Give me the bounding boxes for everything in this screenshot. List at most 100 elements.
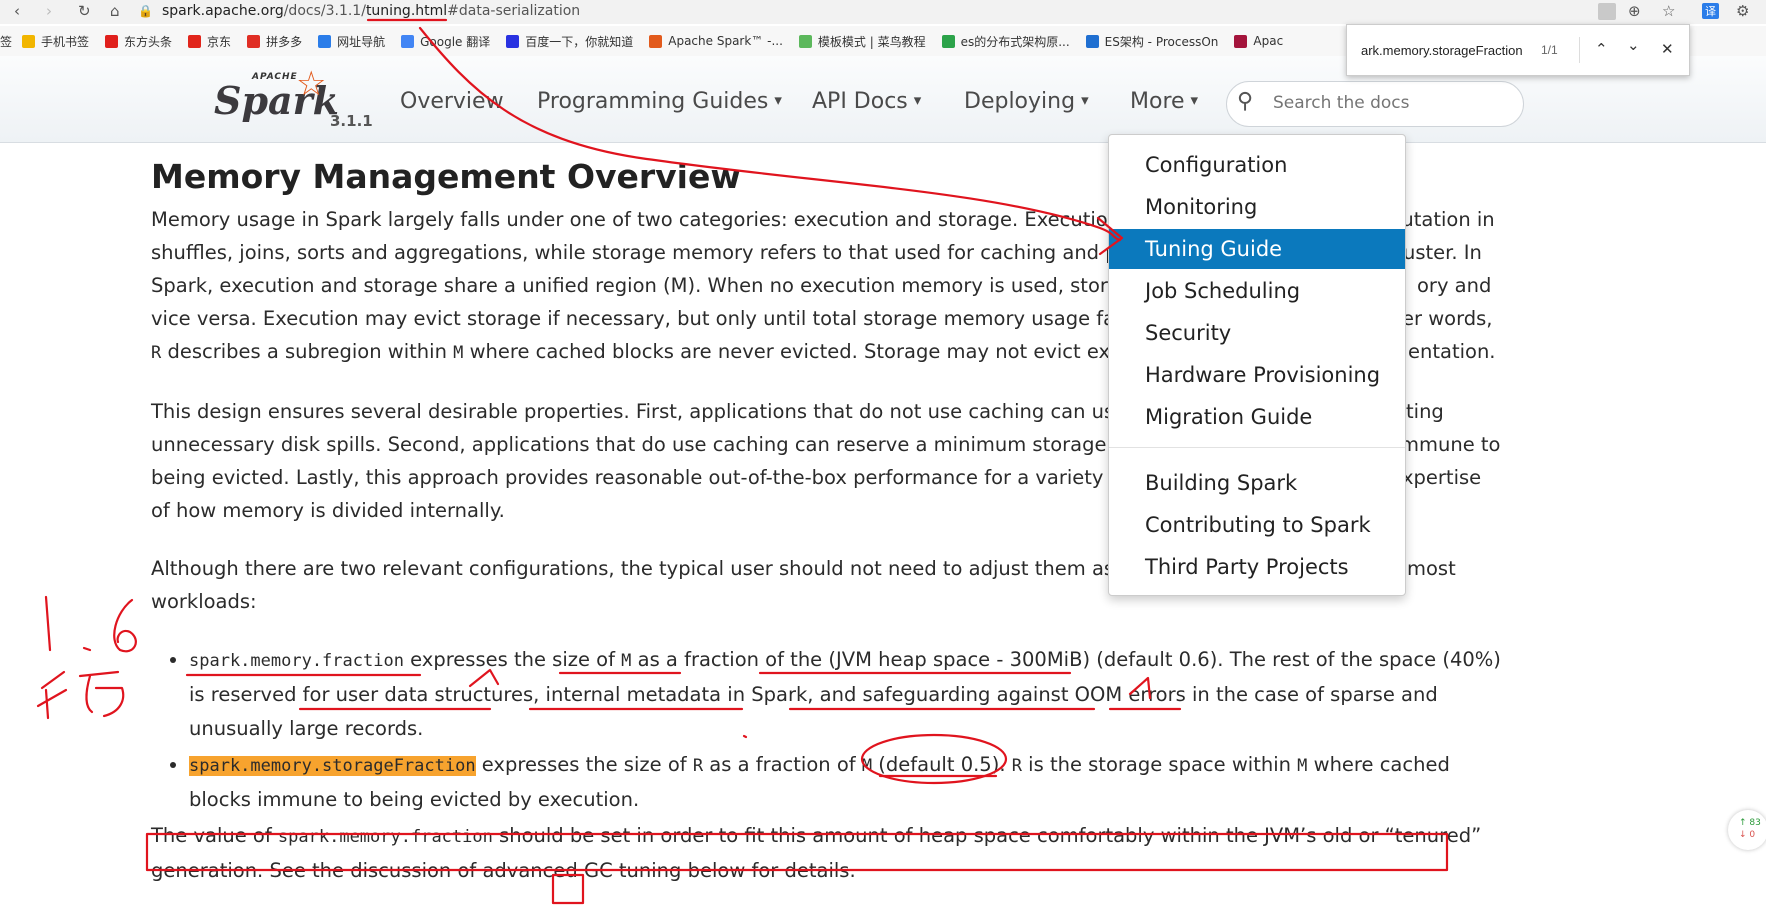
p3-line-1-tail: most <box>1407 557 1456 580</box>
nav-overview[interactable]: Overview <box>400 89 504 114</box>
find-prev-icon[interactable]: ⌃ <box>1595 40 1608 58</box>
search-icon: ⚲ <box>1237 89 1254 114</box>
bookmark-icon <box>506 34 520 48</box>
docs-search: ⚲ <box>1226 81 1524 127</box>
code-m: M <box>1297 756 1308 776</box>
menu-divider <box>1109 447 1405 448</box>
p2-line-1-tail: ting <box>1406 400 1444 423</box>
extensions-icon[interactable]: ⚙ <box>1736 2 1749 20</box>
browser-toolbar: ‹ › ↻ ⌂ 🔒 spark.apache.org/docs/3.1.1/tu… <box>0 0 1766 24</box>
bookmark[interactable]: Google 翻译 <box>401 33 490 50</box>
nav-api-docs[interactable]: API Docs <box>812 89 921 114</box>
forward-icon[interactable]: › <box>46 2 52 20</box>
menu-item-migration-guide[interactable]: Migration Guide <box>1109 397 1405 437</box>
annotation-handwriting-2 <box>36 670 68 720</box>
bullet1-text-1: expresses the size of <box>403 648 622 671</box>
p1-line-2-tail: uster. In <box>1403 241 1482 264</box>
bookmark[interactable]: ES架构 - ProcessOn <box>1085 33 1219 50</box>
p2-line-3-tail: xpertise <box>1402 466 1482 489</box>
menu-item-security[interactable]: Security <box>1109 313 1405 353</box>
bookmark[interactable]: 京东 <box>188 33 231 50</box>
menu-item-job-scheduling[interactable]: Job Scheduling <box>1109 271 1405 311</box>
url-hash: #data-serialization <box>447 3 581 19</box>
bookmark-icon <box>22 34 36 48</box>
search-input[interactable] <box>1271 92 1505 114</box>
nav-deploying-label: Deploying <box>964 89 1076 114</box>
p4-text-2: should be set in order to fit this amoun… <box>492 824 1482 847</box>
traffic-widget[interactable]: ↑ 83 ↓ 0 <box>1728 810 1766 850</box>
bookmark[interactable]: 模板模式 | 菜鸟教程 <box>798 33 926 50</box>
url-host: spark.apache.org <box>162 3 284 19</box>
nav-deploying[interactable]: Deploying <box>964 89 1089 114</box>
p1-line-4: vice versa. Execution may evict storage … <box>151 307 1192 330</box>
bookmark[interactable]: 东方头条 <box>105 33 172 50</box>
bookmark-icon <box>105 34 119 48</box>
nav-more-label: More <box>1130 89 1185 114</box>
nav-programming-guides-label: Programming Guides <box>537 89 769 114</box>
p4-text-1: The value of <box>151 824 278 847</box>
p2-line-3: being evicted. Lastly, this approach pro… <box>151 466 1163 489</box>
p1-line-3-tail: ory and <box>1417 274 1492 297</box>
bookmark-label: 京东 <box>207 34 232 49</box>
code-memory-fraction: spark.memory.fraction <box>277 827 493 847</box>
menu-item-third-party[interactable]: Third Party Projects <box>1109 547 1405 587</box>
back-icon[interactable]: ‹ <box>14 2 20 20</box>
find-input[interactable]: ark.memory.storageFraction <box>1361 43 1523 58</box>
p4-text-4: tuning below for details. <box>612 859 856 882</box>
p3-line-2: workloads: <box>151 590 257 613</box>
p4-text-3: generation. See the discussion of advanc… <box>151 859 584 882</box>
p1-line-5-tail: entation. <box>1408 340 1496 363</box>
translate-icon[interactable]: 译 <box>1702 3 1719 19</box>
menu-item-hardware-provisioning[interactable]: Hardware Provisioning <box>1109 355 1405 395</box>
code-r: R <box>151 343 162 363</box>
bookmark[interactable]: Apac <box>1234 34 1283 48</box>
nav-more[interactable]: More <box>1130 89 1198 114</box>
download-value: 0 <box>1749 830 1756 840</box>
bookmark[interactable]: 手机书签 <box>22 33 89 50</box>
bookmark-icon <box>798 34 812 48</box>
menu-item-tuning-guide[interactable]: Tuning Guide <box>1109 229 1405 269</box>
close-icon[interactable]: ✕ <box>1661 40 1674 58</box>
menu-item-configuration[interactable]: Configuration <box>1109 145 1405 185</box>
bookmark[interactable]: 拼多多 <box>247 33 302 50</box>
nav-programming-guides[interactable]: Programming Guides <box>537 89 782 114</box>
bookmark[interactable]: es的分布式架构原... <box>941 33 1070 50</box>
gc-term: GC <box>583 859 613 882</box>
lock-icon[interactable]: 🔒 <box>138 4 153 18</box>
bookmark-icon <box>1234 34 1248 48</box>
bookmark[interactable]: 网址导航 <box>318 33 385 50</box>
bookmark-label: 百度一下，你就知道 <box>525 34 634 49</box>
bookmark[interactable]: 百度一下，你就知道 <box>506 33 633 50</box>
star-icon[interactable]: ☆ <box>1662 2 1675 20</box>
find-extension-icon[interactable] <box>1598 3 1616 20</box>
list-item: spark.memory.storageFraction expresses t… <box>189 748 1511 817</box>
p1-line-5a: describes a subregion within <box>161 340 454 363</box>
menu-item-building-spark[interactable]: Building Spark <box>1109 463 1405 503</box>
bookmark-label: 拼多多 <box>266 34 303 49</box>
menu-item-monitoring[interactable]: Monitoring <box>1109 187 1405 227</box>
bookmark[interactable]: Apache Spark™ -... <box>649 34 783 48</box>
home-icon[interactable]: ⌂ <box>110 2 120 20</box>
bookmark-icon <box>1085 34 1099 48</box>
bullet2-text-3: (default 0.5). <box>872 753 1012 776</box>
bookmark-label: ES架构 - ProcessOn <box>1104 34 1219 49</box>
logo-star-icon: ☆ <box>296 64 327 104</box>
p1-line-3: Spark, execution and storage share a uni… <box>151 274 1174 297</box>
menu-item-contributing[interactable]: Contributing to Spark <box>1109 505 1405 545</box>
zoom-icon[interactable]: ⊕ <box>1628 2 1641 20</box>
bookmark-label: 手机书签 <box>41 34 90 49</box>
bookmark-icon <box>941 34 955 48</box>
address-bar[interactable]: spark.apache.org/docs/3.1.1/tuning.html#… <box>162 3 580 19</box>
bookmark-icon <box>247 34 261 48</box>
annotation-handwriting-3 <box>78 670 125 718</box>
bullet2-text-1: expresses the size of <box>475 753 693 776</box>
bookmark-label: Google 翻译 <box>420 34 491 49</box>
spark-logo[interactable]: APACHE Spark ☆ 3.1.1 <box>212 64 373 132</box>
bookmark-label: Apac <box>1253 34 1284 48</box>
bullet2-text-2: as a fraction of <box>703 753 862 776</box>
find-separator <box>1579 37 1580 63</box>
code-storage-fraction: spark.memory.storageFraction <box>189 756 476 776</box>
more-dropdown-menu: Configuration Monitoring Tuning Guide Jo… <box>1108 134 1406 596</box>
find-next-icon[interactable]: ⌄ <box>1627 36 1640 54</box>
reload-icon[interactable]: ↻ <box>78 2 91 20</box>
